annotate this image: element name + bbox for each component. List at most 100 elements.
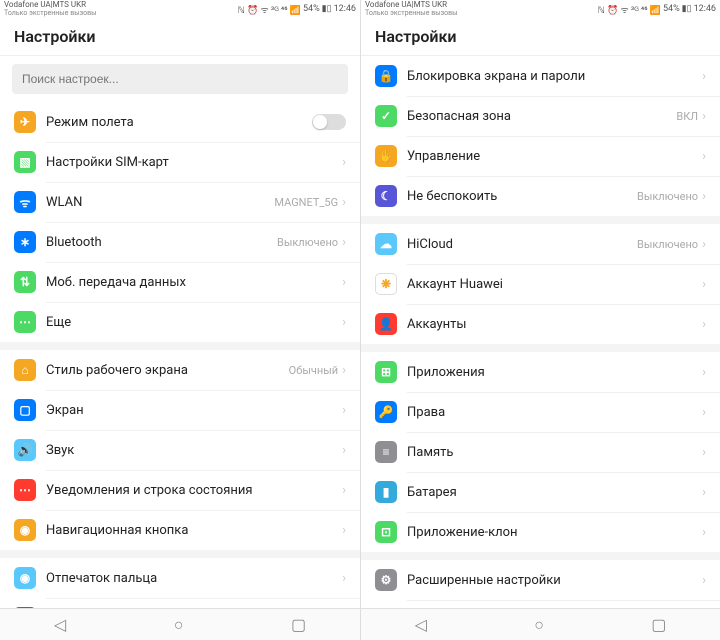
WLAN-icon: ᯤ (14, 191, 36, 213)
settings-row[interactable]: ⟳Обновление системы› (361, 600, 720, 608)
row-label: Уведомления и строка состояния (46, 483, 342, 498)
statusbar-right: ℕ ⏰ ᯤ ³ᴳ ⁴⁶ 📶 54% ▮▯ 12:46 (238, 3, 356, 16)
row-label: Управление (407, 149, 702, 164)
settings-row[interactable]: ᯤWLANMAGNET_5G› (0, 182, 360, 222)
row-label: WLAN (46, 195, 274, 210)
row-value: ВКЛ (676, 110, 698, 123)
Моб. передача данных-icon: ⇅ (14, 271, 36, 293)
HiCloud-icon: ☁ (375, 233, 397, 255)
settings-scroll[interactable]: 🔒 Блокировка экрана и пароли › ✓ Безопасная … (361, 56, 720, 608)
chevron-right-icon: › (342, 403, 346, 418)
status-icons: ℕ ⏰ ᯤ ³ᴳ ⁴⁶ 📶 (238, 3, 301, 16)
row-label: Права (407, 405, 702, 420)
settings-row[interactable]: ⌂Стиль рабочего экранаОбычный› (0, 350, 360, 390)
Настройки SIM-карт-icon: ▧ (14, 151, 36, 173)
Навигационная кнопка-icon: ◉ (14, 519, 36, 541)
settings-row[interactable]: ◉Отпечаток пальца› (0, 558, 360, 598)
row-label: Блокировка экрана и пароли (407, 69, 702, 84)
settings-row[interactable]: ⊞Приложения› (361, 352, 720, 392)
navbar: ◁ ○ ▢ (361, 608, 720, 640)
settings-row[interactable]: ❋Аккаунт Huawei› (361, 264, 720, 304)
settings-row[interactable]: ▮Батарея› (361, 472, 720, 512)
row-label: Безопасная зона (407, 109, 676, 124)
Батарея-icon: ▮ (375, 481, 397, 503)
chevron-right-icon: › (342, 155, 346, 170)
settings-row[interactable]: ⚙Расширенные настройки› (361, 560, 720, 600)
settings-row[interactable]: ▢ Экран› (0, 390, 360, 430)
settings-row[interactable]: ◉Навигационная кнопка› (0, 510, 360, 550)
chevron-right-icon: › (702, 277, 706, 292)
settings-row[interactable]: ▧ Настройки SIM-карт› (0, 142, 360, 182)
row-label: Приложение-клон (407, 525, 702, 540)
settings-row[interactable]: 🔒Блокировка экрана и пароли› (0, 598, 360, 608)
Блокировка экрана и пароли-icon: 🔒 (375, 65, 397, 87)
row-label: Память (407, 445, 702, 460)
settings-scroll[interactable]: ✈Режим полета▧Настройки SIM-карт›ᯤWLANMA… (0, 102, 360, 608)
group-display: ⌂Стиль рабочего экранаОбычный›▢Экран›🔊Зв… (0, 350, 360, 550)
settings-row[interactable]: 🔒Блокировка экрана и пароли› (361, 56, 720, 96)
phone-left: Vodafone UA|MTS UKR Только экстренные вы… (0, 0, 360, 640)
row-label: Экран (46, 403, 342, 418)
settings-row[interactable]: ⋯Уведомления и строка состояния› (0, 470, 360, 510)
settings-row[interactable]: ✈Режим полета (0, 102, 360, 142)
chevron-right-icon: › (702, 189, 706, 204)
nav-back[interactable]: ◁ (415, 615, 427, 634)
Еще-icon: ⋯ (14, 311, 36, 333)
settings-row[interactable]: ⊡Приложение-клон› (361, 512, 720, 552)
statusbar-right: ℕ ⏰ ᯤ ³ᴳ ⁴⁶ 📶 54% ▮▯ 12:46 (598, 3, 716, 16)
Отпечаток пальца-icon: ◉ (14, 567, 36, 589)
chevron-right-icon: › (342, 235, 346, 250)
settings-row[interactable]: 👤Аккаунты› (361, 304, 720, 344)
group-apps: ⊞Приложения›🔑Права›≡Память›▮Батарея›⊡При… (361, 352, 720, 552)
row-label: Еще (46, 315, 342, 330)
group-security: ◉Отпечаток пальца›🔒Блокировка экрана и п… (0, 558, 360, 608)
nav-back[interactable]: ◁ (54, 615, 66, 634)
row-label: Аккаунт Huawei (407, 277, 702, 292)
Безопасная зона-icon: ✓ (375, 105, 397, 127)
chevron-right-icon: › (702, 405, 706, 420)
group-advanced: ⚙Расширенные настройки›⟳Обновление систе… (361, 560, 720, 608)
battery-pct: 54% (663, 4, 680, 14)
row-label: Bluetooth (46, 235, 277, 250)
Стиль рабочего экрана-icon: ⌂ (14, 359, 36, 381)
chevron-right-icon: › (702, 109, 706, 124)
group-accounts: ☁HiCloudВыключено›❋Аккаунт Huawei›👤Аккау… (361, 224, 720, 344)
statusbar: Vodafone UA|MTS UKR Только экстренные вы… (0, 0, 360, 18)
chevron-right-icon: › (702, 525, 706, 540)
row-value: MAGNET_5G (274, 196, 338, 209)
Права-icon: 🔑 (375, 401, 397, 423)
Блокировка экрана и пароли-icon: 🔒 (14, 607, 36, 608)
nav-recent[interactable]: ▢ (291, 615, 306, 634)
settings-row[interactable]: ☁HiCloudВыключено› (361, 224, 720, 264)
row-value: Выключено (637, 238, 698, 251)
Аккаунты-icon: 👤 (375, 313, 397, 335)
settings-row[interactable]: ☾Не беспокоитьВыключено› (361, 176, 720, 216)
search-input[interactable] (12, 64, 348, 94)
Уведомления и строка состояния-icon: ⋯ (14, 479, 36, 501)
row-label: Режим полета (46, 115, 312, 130)
nav-home[interactable]: ○ (174, 615, 184, 635)
settings-row[interactable]: ✓ Безопасная зонаВКЛ › (361, 96, 720, 136)
row-value: Выключено (277, 236, 338, 249)
settings-row[interactable]: ✋Управление› (361, 136, 720, 176)
chevron-right-icon: › (702, 365, 706, 380)
chevron-right-icon: › (702, 149, 706, 164)
chevron-right-icon: › (342, 523, 346, 538)
settings-row[interactable]: 🔑 Права› (361, 392, 720, 432)
settings-row[interactable]: ⋯Еще› (0, 302, 360, 342)
row-label: Не беспокоить (407, 189, 637, 204)
toggle[interactable] (312, 114, 346, 130)
chevron-right-icon: › (702, 573, 706, 588)
Звук-icon: 🔊 (14, 439, 36, 461)
nav-recent[interactable]: ▢ (651, 615, 666, 634)
row-label: Настройки SIM-карт (46, 155, 342, 170)
settings-row[interactable]: ≡Память› (361, 432, 720, 472)
nav-home[interactable]: ○ (534, 615, 544, 635)
Экран-icon: ▢ (14, 399, 36, 421)
battery-pct: 54% (303, 4, 320, 14)
settings-row[interactable]: ⇅Моб. передача данных› (0, 262, 360, 302)
Расширенные настройки-icon: ⚙ (375, 569, 397, 591)
Память-icon: ≡ (375, 441, 397, 463)
settings-row[interactable]: ∗BluetoothВыключено› (0, 222, 360, 262)
settings-row[interactable]: 🔊Звук› (0, 430, 360, 470)
